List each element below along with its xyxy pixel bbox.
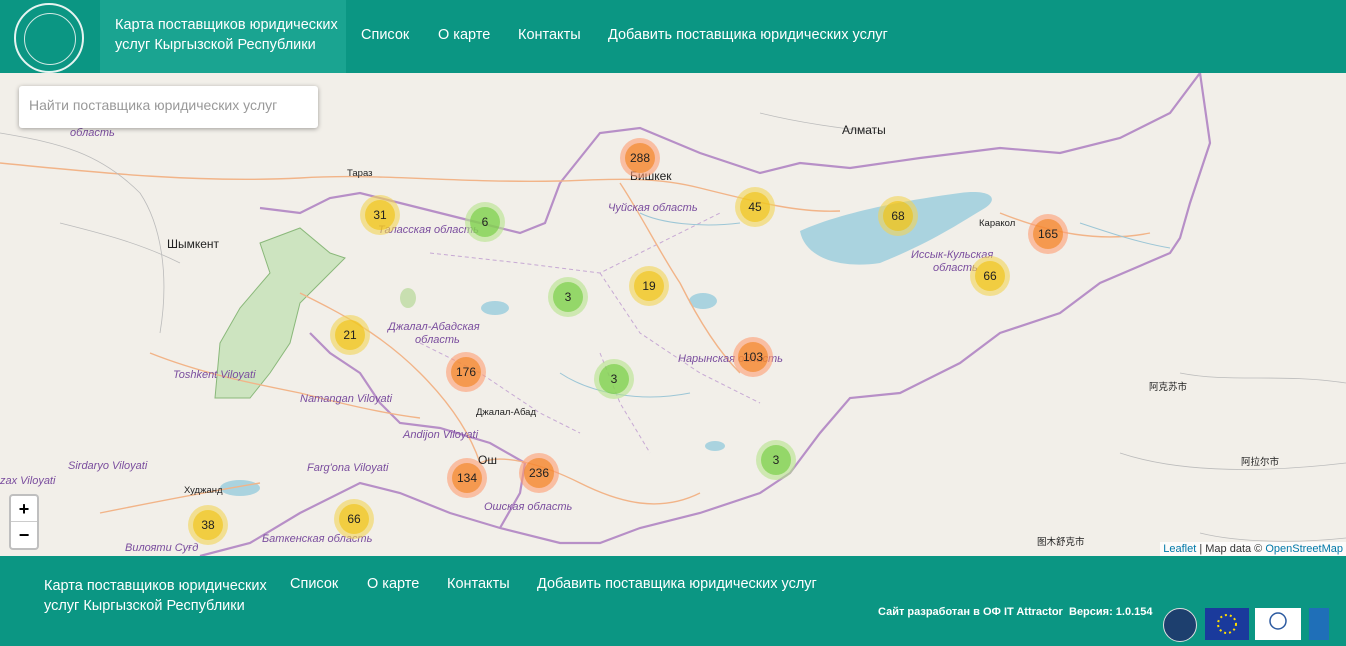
cluster-marker[interactable]: 3: [594, 359, 634, 399]
site-brand[interactable]: Карта поставщиков юридических услуг Кырг…: [100, 0, 346, 73]
label-andijon: Andijon Viloyati: [403, 429, 479, 441]
undp-logo-icon: [1309, 608, 1329, 640]
developer-credit: Сайт разработан в ОФ IT Attractor: [878, 606, 1063, 618]
footer-brand-line-2: услуг Кыргызской Республики: [44, 598, 245, 614]
cluster-marker[interactable]: 31: [360, 195, 400, 235]
cluster-marker[interactable]: 103: [733, 337, 773, 377]
map-view[interactable]: область Алматы Тараз Бишкек Чуйская обла…: [0, 73, 1346, 556]
label-jizzax: zax Viloyati: [0, 475, 56, 487]
cluster-marker[interactable]: 236: [519, 453, 559, 493]
cluster-marker[interactable]: 45: [735, 187, 775, 227]
leaflet-link[interactable]: Leaflet: [1163, 543, 1196, 555]
cluster-marker[interactable]: 66: [334, 499, 374, 539]
cluster-marker[interactable]: 66: [970, 256, 1010, 296]
label-aksu: 阿克苏市: [1149, 382, 1188, 393]
label-taraz: Тараз: [347, 168, 373, 179]
label-toshkent: Toshkent Viloyati: [173, 369, 256, 381]
footer-nav-contacts[interactable]: Контакты: [447, 576, 510, 592]
label-sirdaryo: Sirdaryo Viloyati: [68, 460, 148, 472]
zoom-control: + −: [9, 494, 39, 550]
nav-contacts[interactable]: Контакты: [518, 27, 581, 43]
label-jalalabad-city: Джалал-Абад: [476, 407, 536, 418]
label-sughd: Вилояти Суғд: [125, 542, 199, 554]
cluster-marker[interactable]: 68: [878, 196, 918, 236]
label-shymkent: Шымкент: [167, 237, 220, 251]
partner-logo-icon: [1163, 608, 1197, 642]
cluster-marker[interactable]: 6: [465, 202, 505, 242]
emblem-logo[interactable]: [14, 3, 84, 73]
cluster-marker[interactable]: 134: [447, 458, 487, 498]
label-namangan: Namangan Viloyati: [300, 393, 393, 405]
cluster-marker[interactable]: 288: [620, 138, 660, 178]
cluster-marker[interactable]: 165: [1028, 214, 1068, 254]
footer-nav-add-provider[interactable]: Добавить поставщика юридических услуг: [537, 576, 817, 592]
version-text: Версия: 1.0.154: [1069, 606, 1153, 618]
cluster-marker[interactable]: 176: [446, 352, 486, 392]
footer-nav-list[interactable]: Список: [290, 576, 338, 592]
label-chuy: Чуйская область: [608, 202, 698, 214]
label-osh-oblast: Ошская область: [484, 501, 573, 513]
zoom-out-button[interactable]: −: [11, 522, 37, 548]
cluster-marker[interactable]: 3: [756, 440, 796, 480]
search-input[interactable]: Найти поставщика юридических услуг: [19, 86, 318, 128]
label-almaty: Алматы: [842, 123, 886, 137]
footer: Карта поставщиков юридических услуг Кырг…: [0, 556, 1346, 646]
label-karakol: Каракол: [979, 218, 1016, 229]
cluster-marker[interactable]: 3: [548, 277, 588, 317]
eu-flag-icon: [1205, 608, 1249, 640]
label-tumshuk: 图木舒克市: [1037, 537, 1085, 548]
nav-list[interactable]: Список: [361, 27, 409, 43]
zoom-in-button[interactable]: +: [11, 496, 37, 522]
attribution-text: | Map data ©: [1196, 543, 1266, 555]
footer-brand-line-1: Карта поставщиков юридических: [44, 578, 267, 594]
brand-line-2: услуг Кыргызской Республики: [115, 37, 316, 53]
top-navbar: Карта поставщиков юридических услуг Кырг…: [0, 0, 1346, 73]
ministry-logo-icon: [1255, 608, 1301, 640]
footer-nav-about[interactable]: О карте: [367, 576, 419, 592]
label-fargona: Farg'ona Viloyati: [307, 462, 389, 474]
map-attribution: Leaflet | Map data © OpenStreetMap: [1160, 542, 1346, 556]
cluster-marker[interactable]: 38: [188, 505, 228, 545]
osm-link[interactable]: OpenStreetMap: [1265, 543, 1343, 555]
cluster-marker[interactable]: 21: [330, 315, 370, 355]
label-alar: 阿拉尔市: [1241, 457, 1280, 468]
brand-line-1: Карта поставщиков юридических: [115, 17, 338, 33]
label-jalal-2: область: [415, 334, 460, 346]
nav-add-provider[interactable]: Добавить поставщика юридических услуг: [608, 27, 888, 43]
label-jalal-1: Джалал-Абадская: [388, 321, 480, 333]
map-tiles: [0, 73, 1346, 556]
footer-brand[interactable]: Карта поставщиков юридических услуг Кырг…: [44, 576, 267, 616]
cluster-marker[interactable]: 19: [629, 266, 669, 306]
label-khujand: Худжанд: [184, 485, 223, 496]
label-oblast: область: [70, 127, 115, 139]
nav-about[interactable]: О карте: [438, 27, 490, 43]
